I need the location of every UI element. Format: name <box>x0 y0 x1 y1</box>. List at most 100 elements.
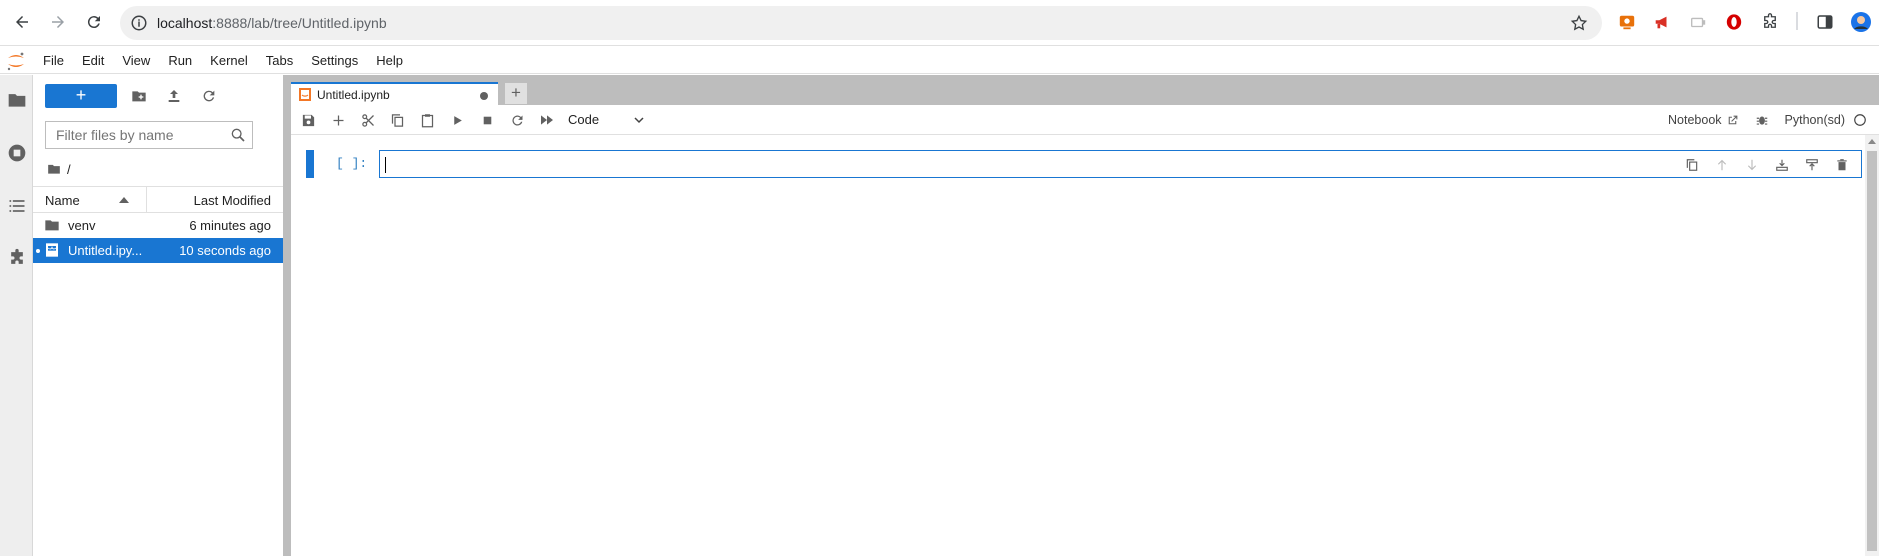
scrollbar-thumb[interactable] <box>1867 151 1877 551</box>
delete-cell-button[interactable] <box>1833 156 1851 174</box>
breadcrumb: / <box>47 159 71 179</box>
menu-file[interactable]: File <box>34 47 73 74</box>
table-of-contents-tab[interactable] <box>6 195 28 217</box>
save-button[interactable] <box>299 111 317 129</box>
main-dock-area: Untitled.ipynb + Code Notebook Python(sd… <box>291 75 1879 556</box>
file-row-venv[interactable]: venv 6 minutes ago <box>33 213 283 238</box>
upload-button[interactable] <box>163 85 185 107</box>
list-icon <box>9 200 25 212</box>
insert-cell-above-button[interactable] <box>1773 156 1791 174</box>
extension-manager-tab[interactable] <box>6 247 28 269</box>
bookmark-star-icon[interactable] <box>1570 14 1588 32</box>
arrow-down-icon <box>1747 159 1757 171</box>
new-tab-button[interactable]: + <box>505 83 527 104</box>
new-folder-button[interactable] <box>128 85 150 107</box>
search-icon <box>231 128 245 142</box>
url-text[interactable]: localhost:8888/lab/tree/Untitled.ipynb <box>157 15 387 31</box>
save-icon <box>302 114 314 126</box>
notebook-scrollbar[interactable] <box>1865 135 1879 556</box>
duplicate-cell-button[interactable] <box>1683 156 1701 174</box>
filter-files-input[interactable] <box>46 122 216 148</box>
insert-cell-button[interactable] <box>329 111 347 129</box>
document-tab-bar: Untitled.ipynb + <box>291 75 1879 105</box>
profile-avatar[interactable] <box>1851 12 1871 32</box>
fast-forward-icon <box>541 115 553 125</box>
refresh-button[interactable] <box>198 85 220 107</box>
running-sessions-tab[interactable] <box>6 142 28 164</box>
cell-type-dropdown[interactable]: Code <box>568 112 650 130</box>
name-column-header[interactable]: Name <box>45 193 80 208</box>
jupyter-menubar: File Edit View Run Kernel Tabs Settings … <box>0 47 1879 74</box>
new-launcher-button[interactable]: + <box>45 84 117 108</box>
filter-files-field[interactable] <box>45 121 253 149</box>
stop-circle-icon <box>8 144 26 162</box>
external-link-icon[interactable] <box>1726 114 1739 127</box>
restart-run-all-button[interactable] <box>538 111 556 129</box>
extension-label-icon[interactable] <box>1688 12 1708 32</box>
cell-collapser[interactable] <box>306 150 314 178</box>
reload-button[interactable] <box>82 10 106 34</box>
menu-edit[interactable]: Edit <box>73 47 113 74</box>
menu-items: File Edit View Run Kernel Tabs Settings … <box>34 47 412 74</box>
scroll-up-arrow-icon[interactable] <box>1868 139 1876 144</box>
restart-icon <box>511 115 522 126</box>
menu-run[interactable]: Run <box>159 47 201 74</box>
paste-cell-button[interactable] <box>418 111 436 129</box>
upload-icon <box>168 90 180 102</box>
toolbar-divider <box>1796 12 1798 30</box>
modified-column-header[interactable]: Last Modified <box>194 193 271 208</box>
breadcrumb-root[interactable]: / <box>67 162 71 177</box>
plus-icon <box>333 115 343 125</box>
trash-icon <box>1837 159 1847 171</box>
scissors-icon <box>361 113 374 127</box>
column-divider[interactable] <box>146 187 147 213</box>
extension-slides-icon[interactable] <box>1617 12 1637 32</box>
menu-kernel[interactable]: Kernel <box>201 47 257 74</box>
open-in-notebook-link[interactable]: Notebook <box>1668 113 1722 127</box>
menu-tabs[interactable]: Tabs <box>257 47 302 74</box>
info-icon[interactable] <box>130 14 148 32</box>
extension-opera-icon[interactable] <box>1724 12 1744 32</box>
panel-splitter[interactable] <box>283 75 291 556</box>
left-activity-bar <box>0 75 33 556</box>
interrupt-kernel-button[interactable] <box>478 111 496 129</box>
unsaved-indicator-icon[interactable] <box>480 92 488 100</box>
duplicate-icon <box>1686 159 1698 171</box>
insert-cell-below-button[interactable] <box>1803 156 1821 174</box>
file-row-untitled-notebook[interactable]: Untitled.ipy... 10 seconds ago <box>33 238 283 263</box>
back-button[interactable] <box>10 10 34 34</box>
code-cell[interactable]: [ ]: <box>306 150 1862 180</box>
paste-icon <box>421 113 433 127</box>
extensions-puzzle-icon[interactable] <box>1760 12 1780 32</box>
restart-kernel-button[interactable] <box>508 111 526 129</box>
menu-view[interactable]: View <box>113 47 159 74</box>
menu-help[interactable]: Help <box>367 47 412 74</box>
address-bar[interactable]: localhost:8888/lab/tree/Untitled.ipynb <box>120 6 1602 40</box>
kernel-name-button[interactable]: Python(sd) <box>1785 113 1845 127</box>
notebook-icon <box>299 88 311 101</box>
jupyter-logo-icon[interactable] <box>5 50 27 72</box>
file-name: Untitled.ipy... <box>68 243 143 258</box>
notebook-toolbar: Code Notebook Python(sd) <box>291 105 1879 135</box>
cell-editor[interactable] <box>379 150 1862 178</box>
notebook-icon <box>46 243 58 257</box>
debugger-bug-icon[interactable] <box>1755 113 1769 127</box>
extension-megaphone-icon[interactable] <box>1652 12 1672 32</box>
move-cell-up-button[interactable] <box>1713 156 1731 174</box>
new-folder-icon <box>132 91 146 102</box>
arrow-up-icon <box>1717 159 1727 171</box>
forward-button[interactable] <box>46 10 70 34</box>
copy-cell-button[interactable] <box>388 111 406 129</box>
file-browser-tab[interactable] <box>6 89 28 111</box>
side-panel-icon[interactable] <box>1815 12 1835 32</box>
cut-cell-button[interactable] <box>359 111 377 129</box>
stop-icon <box>483 116 491 124</box>
tab-untitled-notebook[interactable]: Untitled.ipynb <box>291 82 498 105</box>
home-folder-icon[interactable] <box>47 162 61 176</box>
run-cell-button[interactable] <box>448 111 466 129</box>
menu-settings[interactable]: Settings <box>302 47 367 74</box>
copy-icon <box>391 113 403 127</box>
insert-below-icon <box>1806 159 1818 171</box>
puzzle-icon <box>11 248 23 264</box>
move-cell-down-button[interactable] <box>1743 156 1761 174</box>
